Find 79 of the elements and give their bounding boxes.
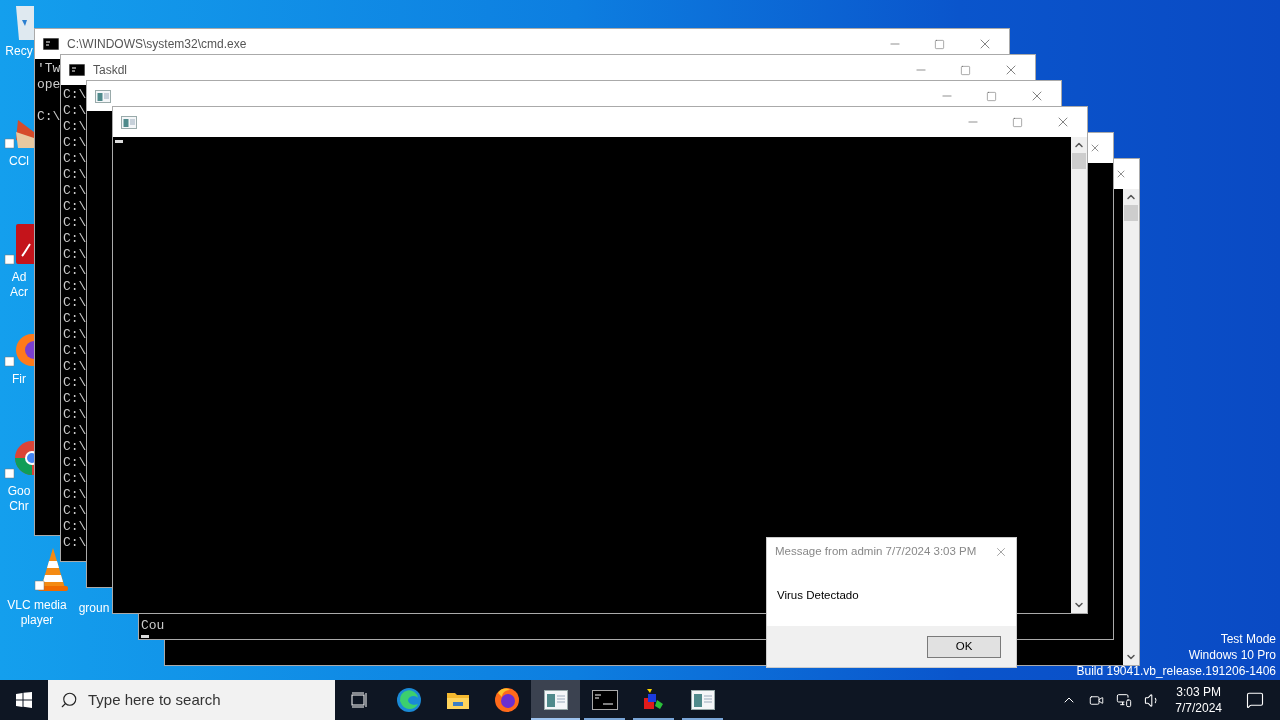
scrollbar-thumb[interactable] — [1072, 153, 1086, 169]
console-line: Cou — [141, 618, 165, 634]
console-line: C:\ — [63, 263, 87, 279]
console-line: C:\ — [37, 109, 61, 125]
scrollbar[interactable] — [1071, 137, 1087, 613]
console-line: C:\ — [63, 327, 87, 343]
console-line: C:\ — [63, 167, 87, 183]
folder-icon[interactable] — [445, 690, 470, 710]
console-line: C:\ — [63, 151, 87, 167]
app-window-icon[interactable] — [543, 690, 568, 710]
shapes-icon[interactable] — [641, 688, 666, 712]
console-line: C:\ — [63, 375, 87, 391]
desktop-icon-label[interactable]: Fir — [12, 372, 26, 387]
console-line: C:\ — [63, 279, 87, 295]
windows-logo-icon[interactable] — [16, 692, 32, 708]
dialog-message: Virus Detectado — [777, 588, 859, 604]
console-line: C:\ — [63, 311, 87, 327]
console-line: C:\ — [63, 135, 87, 151]
ok-button[interactable]: OK — [927, 635, 1001, 658]
console-line: C:\ — [63, 519, 87, 535]
app-window-icon — [95, 89, 111, 103]
close-icon[interactable] — [1115, 168, 1127, 180]
console-icon — [69, 64, 85, 76]
console-line: C:\ — [63, 423, 87, 439]
desktop-icon-label[interactable]: VLC media player — [7, 598, 67, 628]
search-field[interactable]: Type here to search — [48, 680, 335, 720]
console-line: C:\ — [63, 199, 87, 215]
clock-time: 3:03 PM — [1176, 684, 1221, 700]
system-notice: Test Mode — [1220, 631, 1276, 647]
search-placeholder: Type here to search — [88, 689, 221, 710]
app-window-icon — [121, 115, 137, 129]
pdf-icon — [4, 224, 34, 266]
console-line: ope — [37, 77, 61, 93]
console-line: C:\ — [63, 295, 87, 311]
app-window-icon[interactable] — [690, 690, 715, 710]
task-view-icon[interactable] — [350, 692, 369, 708]
broom-icon — [4, 118, 34, 150]
console-line: C:\ — [63, 247, 87, 263]
scrollbar[interactable] — [1123, 189, 1139, 665]
dialog-title: Message from admin 7/7/2024 3:03 PM — [775, 544, 977, 560]
console-line: C:\ — [63, 103, 87, 119]
desktop-icon-label[interactable]: Recy — [5, 44, 33, 59]
console-line: C:\ — [63, 471, 87, 487]
console-line: C:\ — [63, 215, 87, 231]
desktop-icon-label[interactable]: CCl — [9, 154, 29, 169]
console-line: C:\ — [63, 439, 87, 455]
console-line: C:\ — [63, 231, 87, 247]
window-title: Taskdl — [93, 62, 127, 79]
console-line: C:\ — [63, 455, 87, 471]
scrollbar-thumb[interactable] — [1124, 205, 1138, 221]
console-line: C:\ — [63, 183, 87, 199]
clock-date: 7/7/2024 — [1175, 700, 1222, 716]
taskbar-app[interactable] — [531, 680, 580, 720]
console-line: C:\ — [63, 391, 87, 407]
close-icon[interactable] — [1089, 142, 1101, 154]
console-line: C:\ — [63, 503, 87, 519]
desktop-icon-label[interactable]: Ad Acr — [10, 270, 28, 300]
console-line: C:\ — [63, 407, 87, 423]
notifications-icon[interactable] — [1246, 691, 1264, 709]
console-line: C:\ — [63, 487, 87, 503]
network-icon[interactable] — [1116, 692, 1133, 708]
desktop-icon-label[interactable]: groun — [78, 601, 110, 616]
console-line: C:\ — [63, 87, 87, 103]
search-icon — [60, 691, 78, 709]
console-icon[interactable] — [591, 690, 618, 710]
window-title: C:\WINDOWS\system32\cmd.exe — [67, 36, 247, 53]
console-line: 'Tw — [37, 61, 61, 77]
console-line: C:\ — [63, 119, 87, 135]
recycle-bin-icon — [16, 6, 34, 40]
system-notice: Build 19041.vb_release.191206-1406 — [1076, 663, 1276, 679]
console-line: C:\ — [63, 343, 87, 359]
edge-icon[interactable] — [395, 687, 422, 713]
firefox-icon[interactable] — [493, 687, 520, 713]
clock[interactable]: 3:03 PM 7/7/2024 — [1167, 684, 1230, 716]
console-line: C:\ — [63, 535, 87, 551]
console-line: C:\ — [63, 359, 87, 375]
desktop-icon-label[interactable]: Goo Chr — [7, 484, 31, 514]
console-icon — [43, 38, 59, 50]
system-notice: Windows 10 Pro — [1188, 647, 1276, 663]
